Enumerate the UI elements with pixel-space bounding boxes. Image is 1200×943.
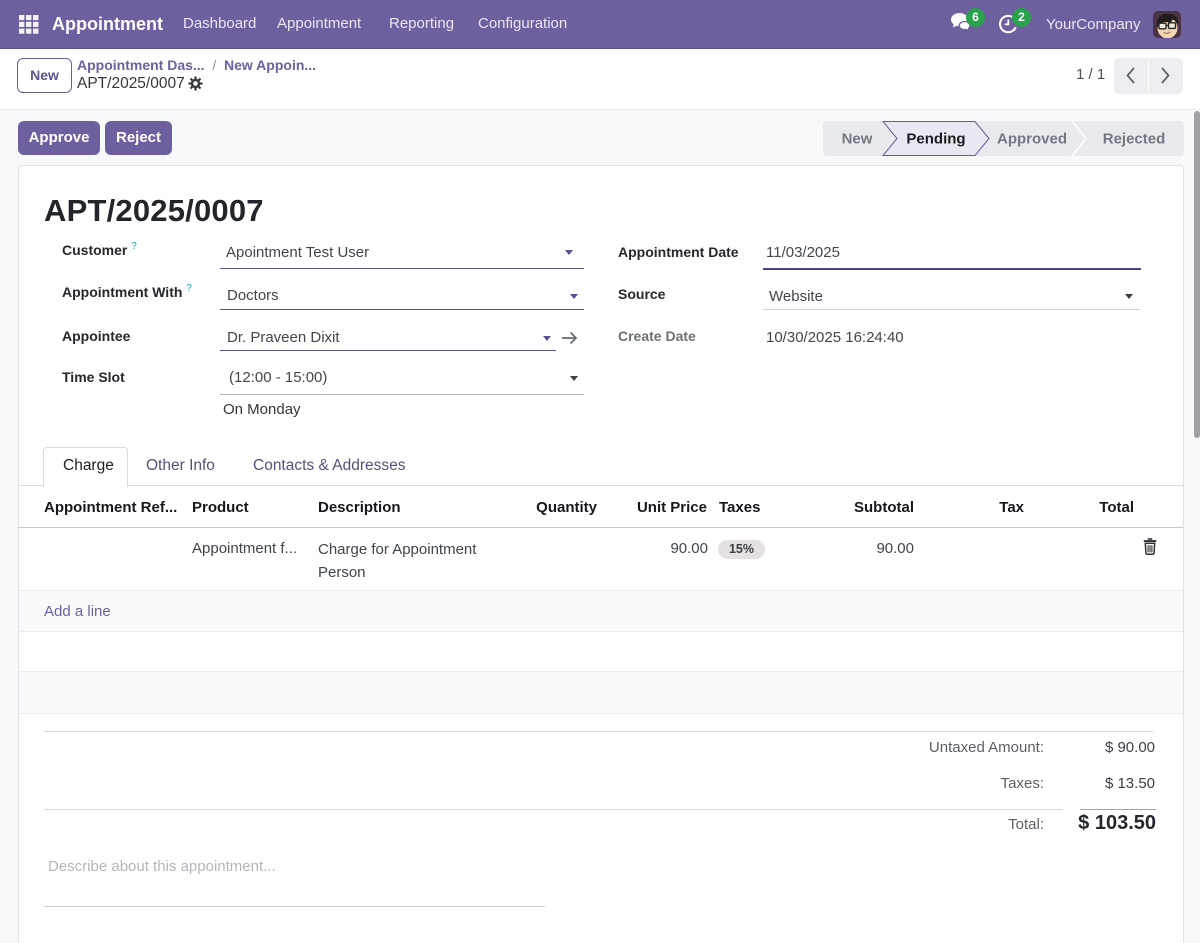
svg-text:Approved: Approved (997, 131, 1067, 148)
svg-text:New: New (842, 131, 873, 148)
svg-text:Rejected: Rejected (1103, 131, 1166, 148)
svg-text:Pending: Pending (906, 131, 965, 148)
